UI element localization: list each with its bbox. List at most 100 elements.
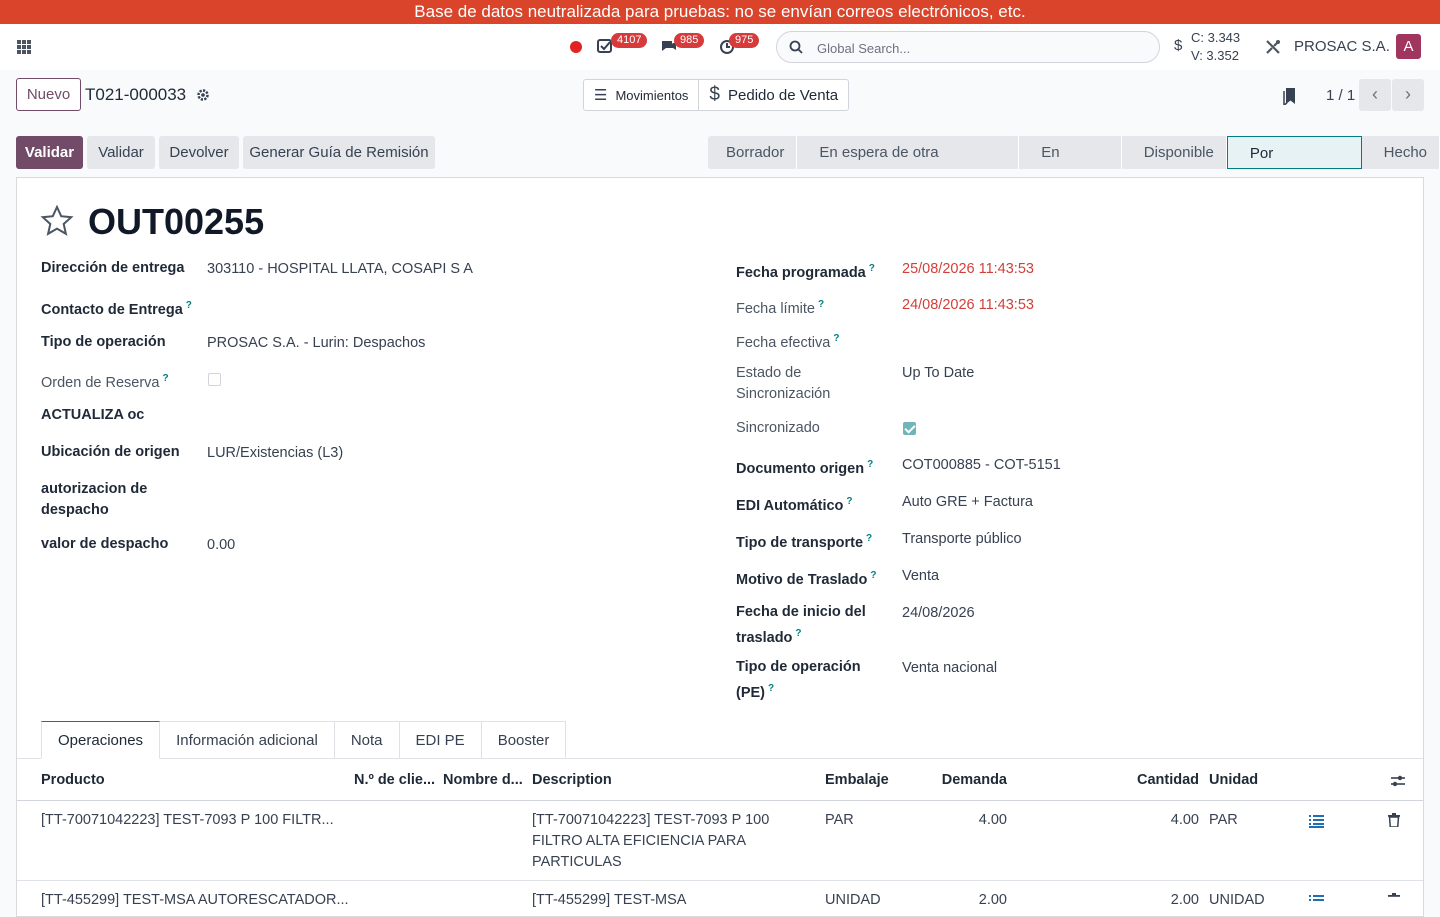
row-demand[interactable]: 2.00 xyxy=(907,890,1007,911)
col-demand[interactable]: Demanda xyxy=(907,772,1007,788)
tab-booster[interactable]: Booster xyxy=(481,721,567,759)
transport-type-field[interactable]: Transporte público xyxy=(902,529,1022,550)
validate-button[interactable]: Validar xyxy=(87,136,155,169)
exchange-rates: C: 3.343 V: 3.352 xyxy=(1191,29,1240,65)
col-client-no[interactable]: N.º de clie... xyxy=(354,772,435,788)
stage-available[interactable]: Disponible xyxy=(1121,136,1227,169)
row-description-line[interactable]: FILTRO ALTA EFICIENCIA PARA xyxy=(532,831,746,852)
col-description[interactable]: Description xyxy=(532,772,612,788)
next-icon[interactable]: › xyxy=(1392,79,1424,111)
stage-waiting-other[interactable]: En espera de otra operación xyxy=(797,136,1020,194)
dispatch-auth-label: autorizacion de despacho xyxy=(41,481,148,518)
operation-type-pe-label: Tipo de operación (PE)? xyxy=(736,659,861,701)
row-description-line[interactable]: [TT-455299] TEST-MSA xyxy=(532,890,686,911)
edi-field[interactable]: Auto GRE + Factura xyxy=(902,492,1033,513)
dispatch-value-field[interactable]: 0.00 xyxy=(207,535,235,556)
breadcrumb-record-name: T021-000033 xyxy=(85,85,187,104)
search-input[interactable] xyxy=(817,38,1137,58)
transfer-reason-label: Motivo de Traslado? xyxy=(736,570,877,588)
activities-badge: 4107 xyxy=(611,33,648,48)
origin-field[interactable]: COT000885 - COT-5151 xyxy=(902,455,1061,476)
dollar-icon: $ xyxy=(709,84,720,105)
row-divider xyxy=(17,880,1423,881)
generate-guide-button[interactable]: Generar Guía de Remisión xyxy=(243,136,435,169)
origin-label: Documento origen? xyxy=(736,459,874,477)
row-packaging[interactable]: UNIDAD xyxy=(825,890,881,911)
trash-icon[interactable] xyxy=(1388,813,1400,827)
operation-type-pe-field[interactable]: Venta nacional xyxy=(902,658,997,679)
row-product[interactable]: [TT-70071042223] TEST-7093 P 100 FILTR..… xyxy=(41,810,334,831)
row-demand[interactable]: 4.00 xyxy=(907,810,1007,831)
effective-date-label: Fecha efectiva? xyxy=(736,333,840,351)
row-unit[interactable]: PAR xyxy=(1209,810,1238,831)
global-search[interactable] xyxy=(776,31,1160,63)
action-bar: Validar Validar Devolver Generar Guía de… xyxy=(0,136,1440,195)
row-description-line[interactable]: [TT-70071042223] TEST-7093 P 100 xyxy=(532,810,769,831)
dollar-icon: $ xyxy=(1174,37,1183,54)
control-panel: Nuevo T021-000033 ☰ Movimientos $ Pedido… xyxy=(0,70,1440,128)
col-unit[interactable]: Unidad xyxy=(1209,772,1258,788)
star-icon[interactable] xyxy=(40,204,74,238)
bars-icon: ☰ xyxy=(594,87,608,104)
stage-done[interactable]: Hecho xyxy=(1361,136,1440,169)
validate-primary-button[interactable]: Validar xyxy=(16,136,83,169)
source-location-field[interactable]: LUR/Existencias (L3) xyxy=(207,443,343,464)
tab-operations[interactable]: Operaciones xyxy=(41,721,161,759)
status-bar: Borrador En espera de otra operación En … xyxy=(708,136,1440,195)
synced-checkbox xyxy=(903,422,916,435)
operation-type-label: Tipo de operación xyxy=(41,334,166,350)
row-quantity[interactable]: 4.00 xyxy=(1099,810,1199,831)
col-quantity[interactable]: Cantidad xyxy=(1099,772,1199,788)
apps-menu-icon[interactable] xyxy=(17,40,31,54)
neutralized-db-banner: Base de datos neutralizada para pruebas:… xyxy=(0,0,1440,24)
previous-icon[interactable]: ‹ xyxy=(1359,79,1391,111)
moves-button[interactable]: ☰ Movimientos xyxy=(584,80,698,110)
row-product[interactable]: [TT-455299] TEST-MSA AUTORESCATADOR... xyxy=(41,890,349,911)
tab-edi-pe[interactable]: EDI PE xyxy=(399,721,482,759)
row-packaging[interactable]: PAR xyxy=(825,810,854,831)
return-button[interactable]: Devolver xyxy=(159,136,239,169)
details-list-icon[interactable] xyxy=(1309,815,1324,828)
delivery-contact-label: Contacto de Entrega? xyxy=(41,300,192,318)
gear-icon[interactable] xyxy=(196,88,210,102)
col-product[interactable]: Producto xyxy=(41,772,105,788)
row-unit[interactable]: UNIDAD xyxy=(1209,890,1265,911)
transfer-reason-field[interactable]: Venta xyxy=(902,566,939,587)
messages-badge: 985 xyxy=(674,33,705,48)
trash-icon[interactable] xyxy=(1388,893,1400,907)
new-button[interactable]: Nuevo xyxy=(16,78,81,111)
moves-label: Movimientos xyxy=(615,87,689,103)
delivery-address-field[interactable]: 303110 - HOSPITAL LLATA, COSAPI S A xyxy=(207,259,473,280)
column-settings-icon[interactable] xyxy=(1390,774,1406,788)
transfer-start-label: Fecha de inicio del traslado? xyxy=(736,604,866,646)
reserve-order-label: Orden de Reserva? xyxy=(41,373,169,391)
col-packaging[interactable]: Embalaje xyxy=(825,772,889,788)
company-switcher[interactable]: PROSAC S.A. xyxy=(1294,38,1390,55)
rate-buy: C: 3.343 xyxy=(1191,30,1241,45)
row-quantity[interactable]: 2.00 xyxy=(1099,890,1199,911)
search-icon xyxy=(789,40,803,54)
operation-type-field[interactable]: PROSAC S.A. - Lurin: Despachos xyxy=(207,333,425,354)
source-location-label: Ubicación de origen xyxy=(41,444,180,460)
row-description-line[interactable]: PARTICULAS xyxy=(532,852,622,873)
transfer-start-field[interactable]: 24/08/2026 xyxy=(902,603,975,624)
reserve-order-checkbox[interactable] xyxy=(208,373,221,386)
bookmark-icon[interactable] xyxy=(1283,87,1297,105)
stage-to-dispatch[interactable]: Por Despachar xyxy=(1226,136,1362,195)
delivery-contact-field[interactable] xyxy=(207,296,507,317)
sale-order-label: Pedido de Venta xyxy=(728,86,839,104)
pager-value[interactable]: 1 / 1 xyxy=(1326,87,1355,104)
record-title: OUT00255 xyxy=(88,201,265,242)
tab-additional-info[interactable]: Información adicional xyxy=(160,721,335,759)
col-name[interactable]: Nombre d... xyxy=(443,772,523,788)
stage-draft[interactable]: Borrador xyxy=(708,136,798,169)
sale-order-button[interactable]: $ Pedido de Venta xyxy=(698,80,848,110)
clock-badge: 975 xyxy=(729,33,760,48)
scheduled-date-field[interactable]: 25/08/2026 11:43:53 xyxy=(902,259,1034,280)
tab-note[interactable]: Nota xyxy=(334,721,400,759)
tools-icon[interactable] xyxy=(1264,38,1282,56)
user-avatar[interactable]: A xyxy=(1396,34,1421,59)
stage-waiting[interactable]: En espera xyxy=(1019,136,1122,194)
details-list-icon[interactable] xyxy=(1309,895,1324,908)
recording-icon[interactable] xyxy=(570,41,582,53)
